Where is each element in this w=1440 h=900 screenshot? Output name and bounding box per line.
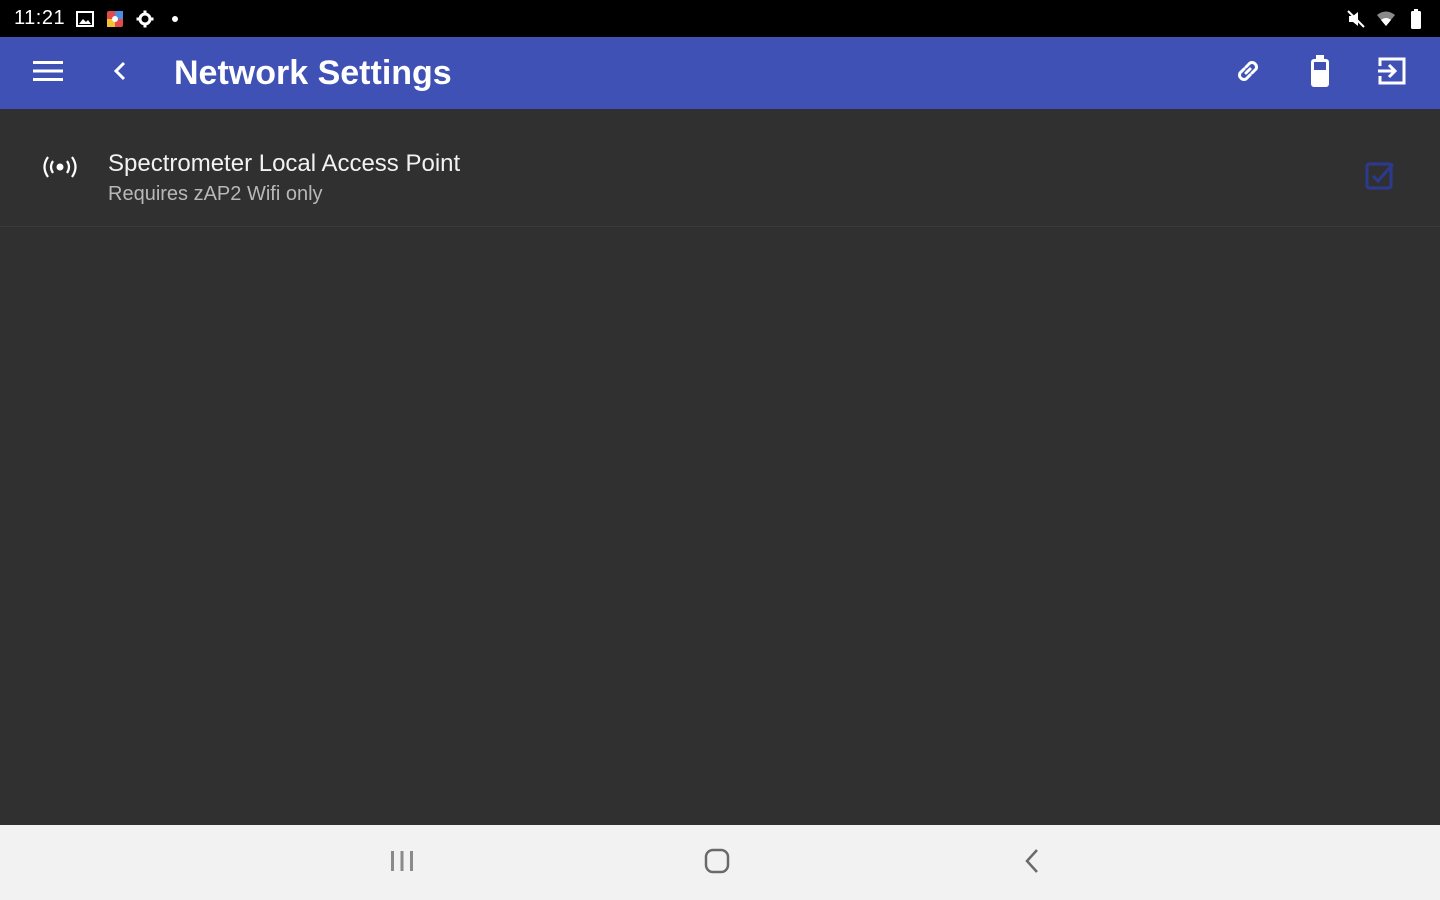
menu-button[interactable] (24, 49, 72, 97)
list-item-title: Spectrometer Local Access Point (108, 150, 461, 177)
app-bar: Network Settings (0, 37, 1440, 109)
mute-icon (1346, 9, 1366, 29)
dot-icon (165, 9, 185, 29)
checkbox-checked-icon (1364, 162, 1396, 196)
login-button[interactable] (1368, 49, 1416, 97)
list-item-local-access-point[interactable]: Spectrometer Local Access Point Requires… (0, 109, 1440, 227)
access-point-icon (40, 154, 80, 180)
system-back-button[interactable] (1008, 839, 1056, 887)
photos-icon (105, 9, 125, 29)
settings-gear-icon (135, 9, 155, 29)
recents-button[interactable] (378, 839, 426, 887)
status-time: 11:21 (14, 7, 66, 29)
back-icon (1024, 848, 1040, 879)
link-button[interactable] (1224, 49, 1272, 97)
login-icon (1377, 56, 1407, 91)
wifi-icon (1376, 9, 1396, 29)
back-button[interactable] (96, 49, 144, 97)
list-item-subtitle: Requires zAP2 Wifi only (108, 183, 323, 205)
home-button[interactable] (693, 839, 741, 887)
battery-button[interactable] (1296, 49, 1344, 97)
back-arrow-icon (113, 60, 127, 87)
status-bar-right (1346, 8, 1426, 29)
status-bar: 11:21 (0, 0, 1440, 37)
link-icon (1233, 56, 1263, 91)
local-access-point-checkbox[interactable] (1364, 160, 1396, 192)
menu-icon (33, 60, 63, 87)
page-title: Network Settings (174, 54, 452, 92)
battery-icon (1309, 54, 1331, 93)
system-nav-bar (0, 825, 1440, 900)
battery-icon (1406, 8, 1426, 29)
image-icon (75, 9, 95, 29)
settings-content: Spectrometer Local Access Point Requires… (0, 109, 1440, 825)
status-bar-left: 11:21 (14, 7, 185, 30)
home-icon (704, 848, 730, 879)
app-bar-actions (1224, 49, 1416, 97)
recents-icon (389, 850, 415, 877)
